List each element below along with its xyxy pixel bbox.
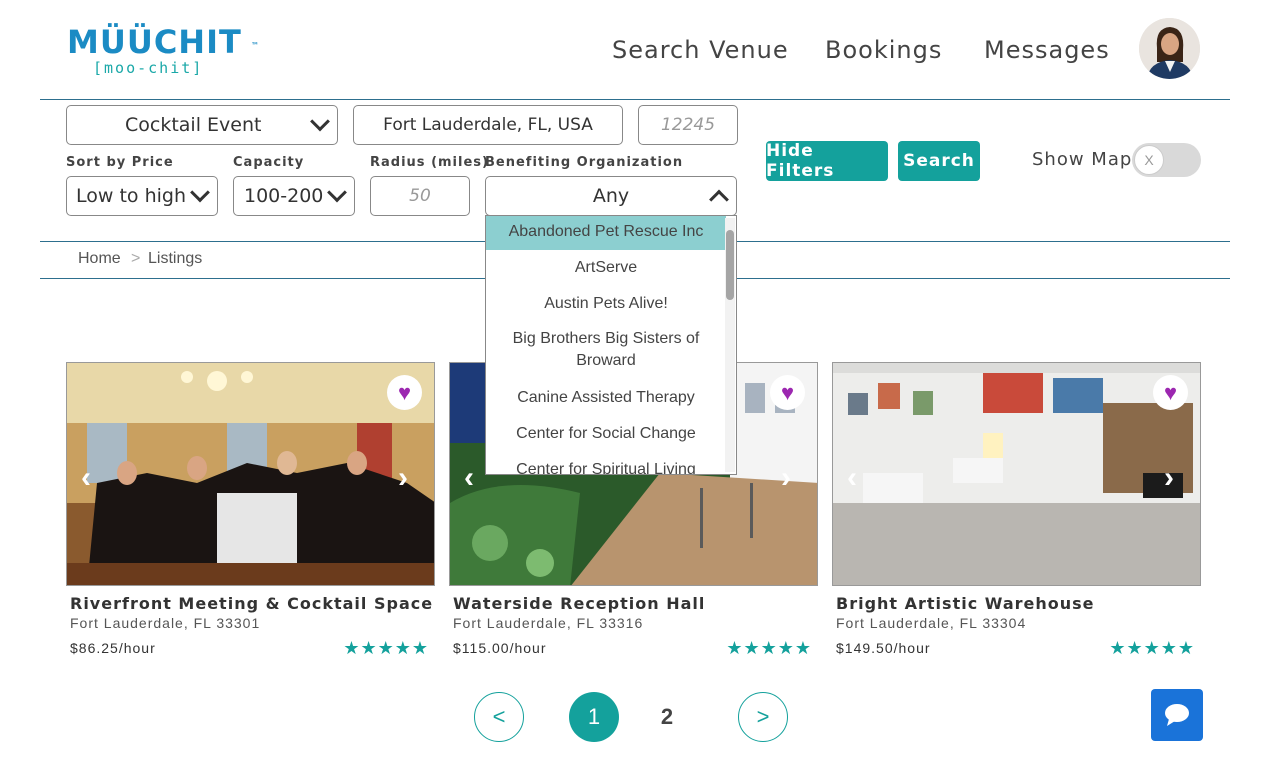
zip-placeholder: 12245: [660, 115, 716, 135]
sort-label: Sort by Price: [66, 155, 174, 170]
prev-image-arrow-icon[interactable]: ‹: [81, 463, 103, 493]
nav-messages[interactable]: Messages: [984, 36, 1110, 64]
next-image-arrow-icon[interactable]: ›: [781, 463, 803, 493]
listing-image[interactable]: ♥ ‹ ›: [832, 362, 1201, 586]
listing-price: $115.00/hour: [453, 640, 547, 656]
page-1-button[interactable]: 1: [569, 692, 619, 742]
chevron-up-icon: [709, 189, 729, 210]
chevron-down-icon: [190, 182, 210, 203]
dropdown-option[interactable]: Center for Social Change: [486, 416, 726, 452]
show-map-toggle[interactable]: X: [1132, 143, 1201, 177]
chat-bubble-icon: [1165, 704, 1189, 726]
brand-logo[interactable]: MÜÜCHIT ™ [moo-chit]: [67, 25, 267, 77]
event-type-value: Cocktail Event: [125, 114, 262, 136]
rating-stars-icon: ★★★★★: [343, 638, 429, 658]
chat-button[interactable]: [1151, 689, 1203, 741]
next-image-arrow-icon[interactable]: ›: [398, 463, 420, 493]
next-image-arrow-icon[interactable]: ›: [1164, 463, 1186, 493]
brand-name: MÜÜCHIT: [67, 23, 242, 61]
breadcrumb-home[interactable]: Home: [78, 250, 121, 268]
show-map-label: Show Map: [1032, 149, 1133, 170]
favorite-heart-icon[interactable]: ♥: [1153, 375, 1188, 410]
page-2-button[interactable]: 2: [642, 692, 692, 742]
location-input[interactable]: Fort Lauderdale, FL, USA: [353, 105, 623, 145]
dropdown-scroll-thumb[interactable]: [726, 230, 734, 300]
radius-label: Radius (miles): [370, 155, 489, 170]
favorite-heart-icon[interactable]: ♥: [770, 375, 805, 410]
dropdown-option[interactable]: Big Brothers Big Sisters of Broward: [486, 322, 726, 380]
org-label: Benefiting Organization: [485, 155, 684, 170]
user-avatar[interactable]: [1139, 18, 1200, 79]
listing-title[interactable]: Waterside Reception Hall: [453, 594, 818, 613]
prev-image-arrow-icon[interactable]: ‹: [464, 463, 486, 493]
listing-location: Fort Lauderdale, FL 33316: [453, 615, 644, 631]
listing-price: $149.50/hour: [836, 640, 931, 656]
capacity-select[interactable]: 100-200: [233, 176, 355, 216]
listing-location: Fort Lauderdale, FL 33301: [70, 615, 261, 631]
event-type-select[interactable]: Cocktail Event: [66, 105, 338, 145]
org-select[interactable]: Any: [485, 176, 737, 216]
next-page-button[interactable]: >: [738, 692, 788, 742]
listing-card[interactable]: ♥ ‹ › Bright Artistic Warehouse Fort Lau…: [832, 362, 1201, 658]
listing-title[interactable]: Bright Artistic Warehouse: [836, 594, 1201, 613]
favorite-heart-icon[interactable]: ♥: [387, 375, 422, 410]
breadcrumb-current: Listings: [148, 250, 203, 267]
prev-image-arrow-icon[interactable]: ‹: [847, 463, 869, 493]
prev-page-button[interactable]: <: [474, 692, 524, 742]
rating-stars-icon: ★★★★★: [1109, 638, 1195, 658]
breadcrumb-separator-icon: >: [131, 250, 141, 267]
org-value: Any: [592, 185, 630, 207]
header-divider: [40, 99, 1230, 100]
zip-input[interactable]: 12245: [638, 105, 738, 145]
chevron-down-icon: [327, 182, 347, 203]
dropdown-option[interactable]: Canine Assisted Therapy: [486, 380, 726, 416]
org-dropdown-list[interactable]: Abandoned Pet Rescue Inc ArtServe Austin…: [485, 215, 737, 475]
nav-bookings[interactable]: Bookings: [825, 36, 942, 64]
radius-placeholder: 50: [409, 186, 431, 206]
capacity-label: Capacity: [233, 155, 305, 170]
dropdown-option[interactable]: ArtServe: [486, 250, 726, 286]
sort-select[interactable]: Low to high: [66, 176, 218, 216]
dropdown-option[interactable]: Abandoned Pet Rescue Inc: [486, 216, 726, 250]
brand-tagline: [moo-chit]: [93, 59, 204, 77]
chevron-down-icon: [310, 111, 330, 132]
listing-card[interactable]: ♥ ‹ › Riverfront Meeting & Cocktail Spac…: [66, 362, 435, 658]
toggle-knob: X: [1134, 145, 1164, 175]
radius-input[interactable]: 50: [370, 176, 470, 216]
listing-title[interactable]: Riverfront Meeting & Cocktail Space: [70, 594, 435, 613]
listing-image[interactable]: ♥ ‹ ›: [66, 362, 435, 586]
location-value: Fort Lauderdale, FL, USA: [383, 115, 593, 135]
sort-value: Low to high: [76, 185, 186, 207]
dropdown-option[interactable]: Austin Pets Alive!: [486, 286, 726, 322]
rating-stars-icon: ★★★★★: [726, 638, 812, 658]
listing-location: Fort Lauderdale, FL 33304: [836, 615, 1027, 631]
trademark-mark: ™: [251, 41, 260, 50]
dropdown-scrollbar[interactable]: [725, 218, 735, 472]
search-button[interactable]: Search: [898, 141, 980, 181]
nav-search-venue[interactable]: Search Venue: [612, 36, 789, 64]
dropdown-option[interactable]: Center for Spiritual Living: [486, 452, 726, 474]
hide-filters-button[interactable]: Hide Filters: [766, 141, 888, 181]
capacity-value: 100-200: [244, 185, 324, 207]
listing-price: $86.25/hour: [70, 640, 156, 656]
